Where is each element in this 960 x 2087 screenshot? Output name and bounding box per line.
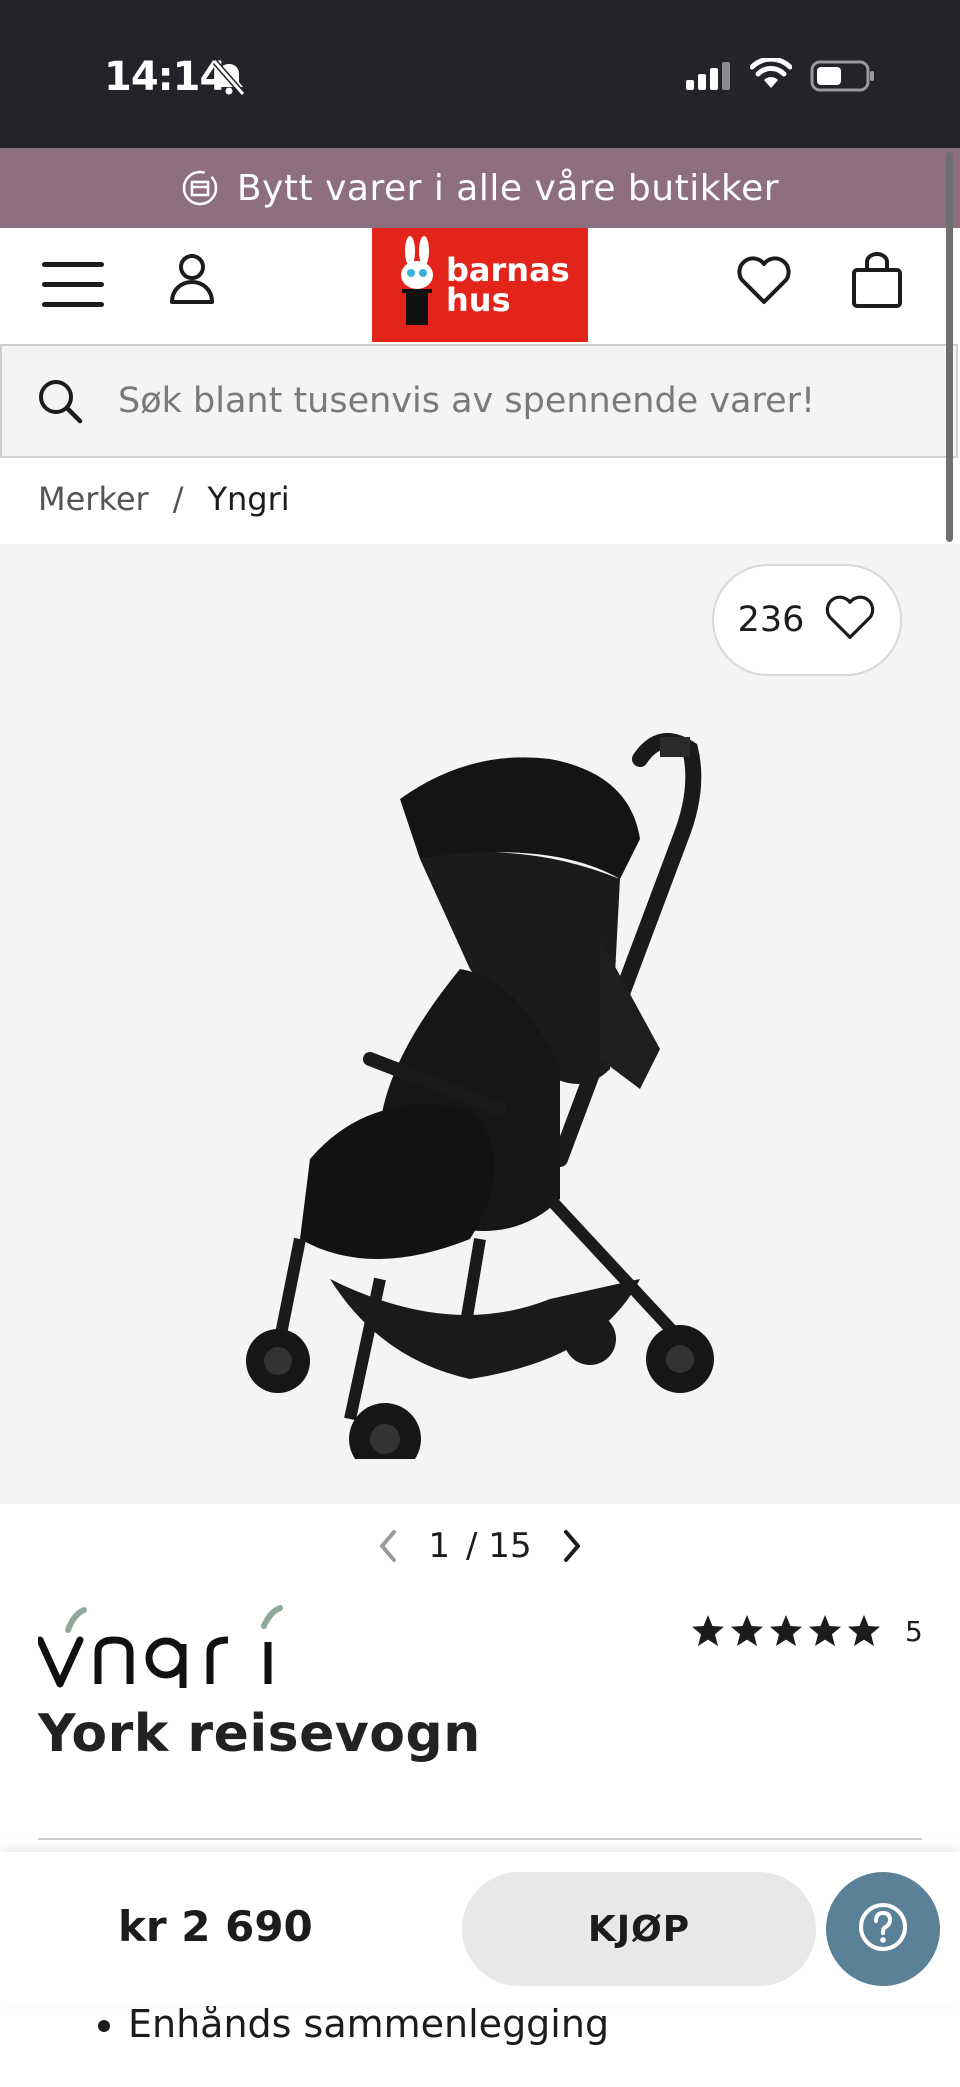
shopping-bag-icon[interactable] bbox=[850, 252, 904, 314]
cellular-signal-icon bbox=[686, 62, 732, 94]
star-icon bbox=[690, 1614, 726, 1648]
wishlist-count: 236 bbox=[737, 600, 805, 640]
logo-text: barnas hus bbox=[446, 251, 570, 319]
status-bar: 14:14 bbox=[0, 0, 960, 148]
breadcrumb-current[interactable]: Yngri bbox=[207, 480, 289, 518]
status-time: 14:14 bbox=[104, 54, 227, 100]
product-price: kr 2 690 bbox=[118, 1902, 313, 1951]
heart-icon bbox=[824, 595, 876, 645]
bell-muted-icon bbox=[212, 60, 246, 100]
star-icon bbox=[846, 1614, 882, 1648]
menu-icon bbox=[42, 262, 104, 267]
site-logo[interactable]: barnas hus bbox=[372, 228, 588, 342]
promo-text: Bytt varer i alle våre butikker bbox=[236, 167, 780, 209]
page-scrollbar[interactable] bbox=[946, 152, 953, 542]
search-input[interactable] bbox=[118, 381, 918, 421]
breadcrumb-separator: / bbox=[172, 480, 184, 518]
breadcrumb-link-merker[interactable]: Merker bbox=[38, 480, 149, 518]
help-button[interactable] bbox=[826, 1872, 940, 1986]
star-icon bbox=[807, 1614, 843, 1648]
product-rating[interactable]: 5 bbox=[690, 1614, 923, 1648]
sticky-buy-bar: kr 2 690 KJØP bbox=[0, 1852, 960, 2006]
pager-current: 1 bbox=[428, 1526, 451, 1566]
search-icon[interactable] bbox=[36, 377, 84, 425]
menu-button[interactable] bbox=[42, 262, 104, 312]
chevron-left-icon[interactable] bbox=[364, 1528, 412, 1564]
bunny-hat-logo-icon bbox=[396, 235, 438, 335]
promo-banner[interactable]: Bytt varer i alle våre butikker bbox=[0, 148, 960, 228]
star-icon bbox=[768, 1614, 804, 1648]
product-image-stroller bbox=[220, 639, 780, 1475]
account-icon[interactable] bbox=[168, 252, 216, 310]
wifi-icon bbox=[749, 56, 793, 94]
star-icon bbox=[729, 1614, 765, 1648]
product-title: York reisevogn bbox=[38, 1704, 481, 1764]
divider bbox=[38, 1838, 922, 1840]
heart-icon[interactable] bbox=[736, 256, 792, 310]
gallery-pager: 1 / 15 bbox=[0, 1526, 960, 1566]
search-bar[interactable] bbox=[0, 344, 958, 458]
pager-total: / 15 bbox=[466, 1526, 532, 1566]
rating-count: 5 bbox=[905, 1614, 923, 1648]
product-image-gallery[interactable]: 236 bbox=[0, 544, 960, 1504]
chevron-right-icon[interactable] bbox=[548, 1528, 596, 1564]
brand-logo-yngri[interactable] bbox=[36, 1600, 298, 1694]
breadcrumb: Merker / Yngri bbox=[38, 480, 290, 518]
exchange-box-icon bbox=[181, 169, 219, 207]
question-icon bbox=[856, 1900, 910, 1958]
site-header: barnas hus bbox=[0, 228, 960, 342]
buy-button[interactable]: KJØP bbox=[462, 1872, 816, 1986]
battery-icon bbox=[810, 60, 876, 96]
